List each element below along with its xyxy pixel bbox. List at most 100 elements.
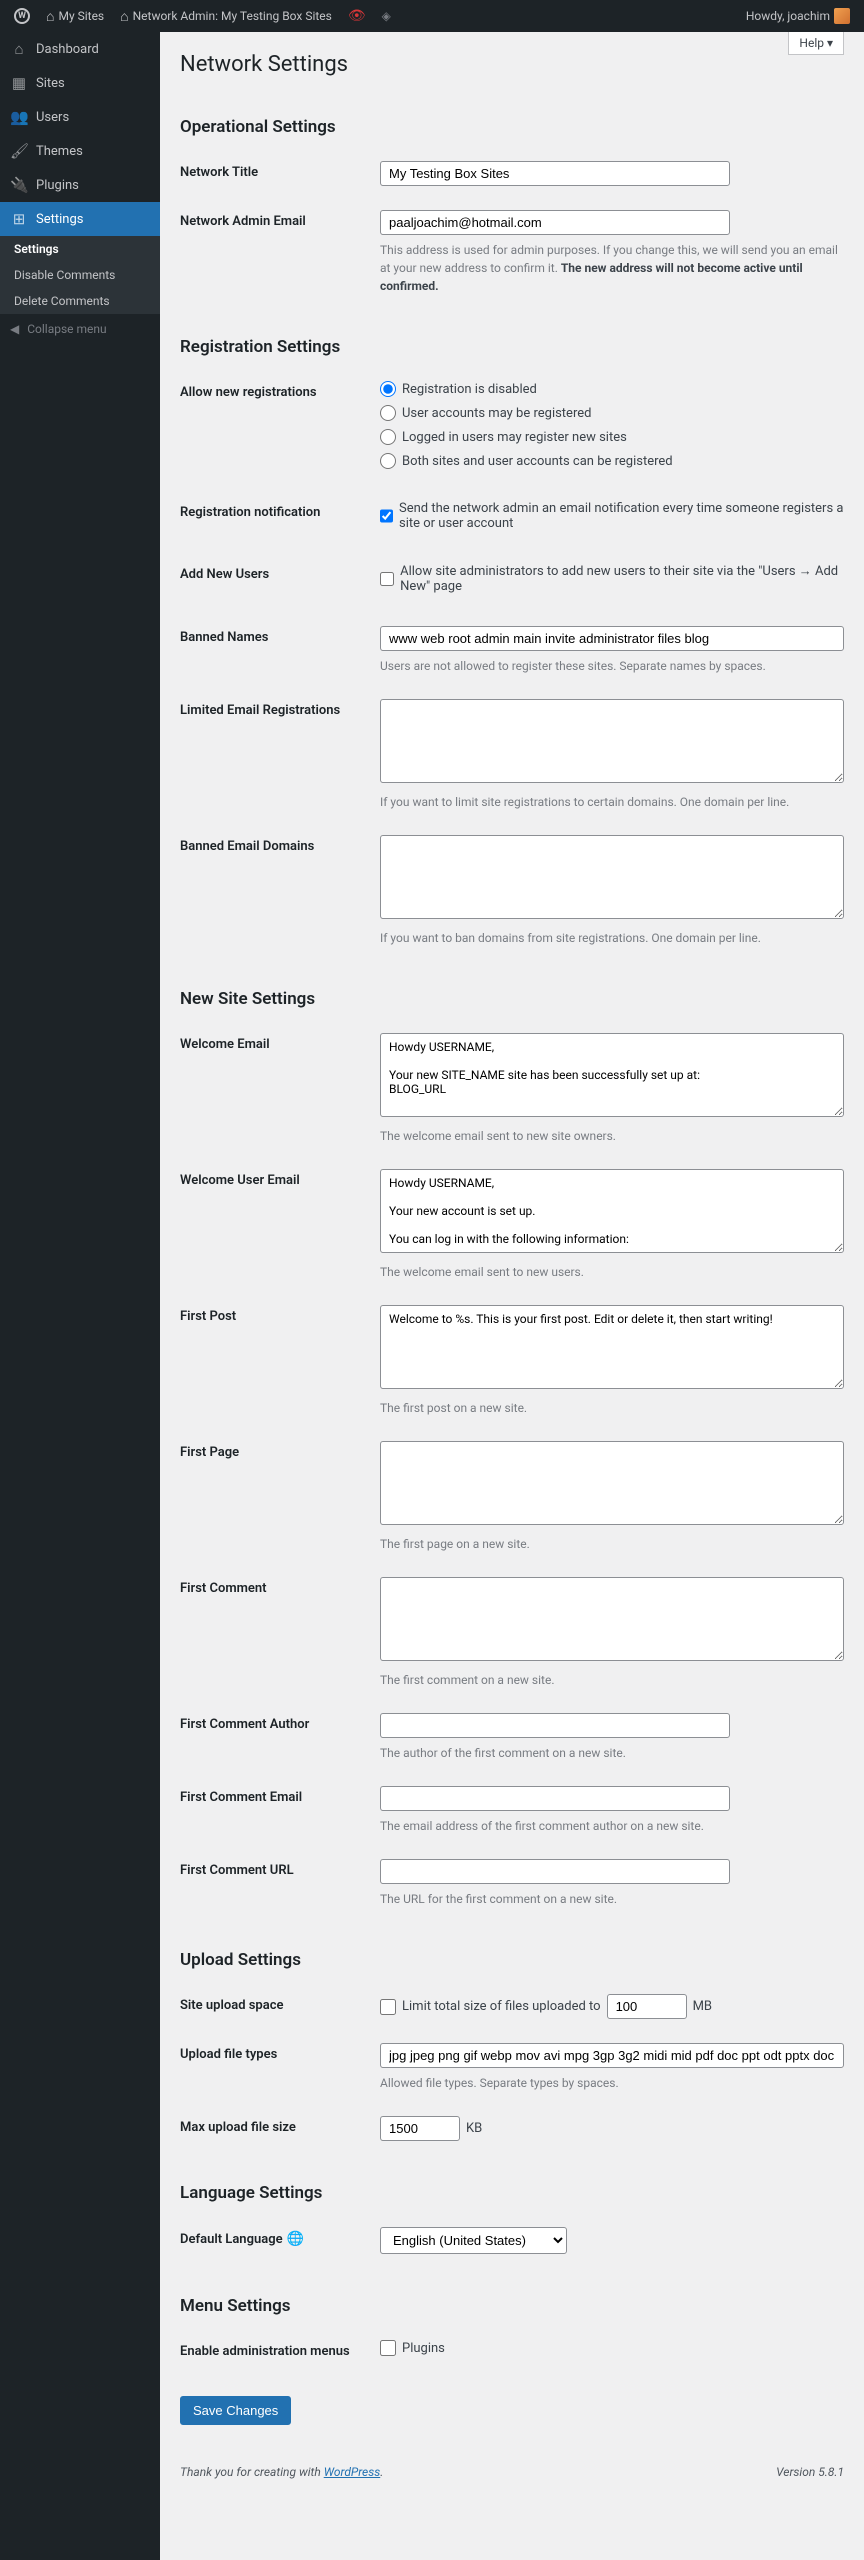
admin-email-desc: This address is used for admin purposes.… (380, 241, 844, 295)
radio-both-sites[interactable]: Both sites and user accounts can be regi… (380, 453, 844, 469)
sidebar-label: Settings (36, 212, 83, 227)
plugins-icon: 🔌 (10, 176, 28, 194)
sidebar-label: Themes (36, 144, 83, 159)
check-limit-upload[interactable]: Limit total size of files uploaded to (380, 1999, 601, 2015)
check-reg-notif[interactable]: Send the network admin an email notifica… (380, 501, 844, 531)
banned-names-desc: Users are not allowed to register these … (380, 657, 844, 675)
main-content: Help ▾ Network Settings Operational Sett… (160, 32, 864, 2560)
sidebar-label: Sites (36, 76, 65, 91)
first-comment-author-input[interactable] (380, 1713, 730, 1738)
account-menu[interactable]: Howdy, joachim (740, 0, 856, 32)
sidebar-item-plugins[interactable]: 🔌 Plugins (0, 168, 160, 202)
welcome-user-email-desc: The welcome email sent to new users. (380, 1263, 844, 1281)
wordpress-link[interactable]: WordPress (324, 2465, 381, 2479)
wp-logo-menu[interactable]: W (8, 0, 36, 32)
first-comment-textarea[interactable] (380, 1577, 844, 1661)
submenu-disable-comments[interactable]: Disable Comments (0, 262, 160, 288)
section-language: Language Settings (180, 2183, 844, 2203)
label-first-comment-email: First Comment Email (180, 1786, 380, 1835)
section-registration: Registration Settings (180, 337, 844, 357)
radio-logged-in[interactable]: Logged in users may register new sites (380, 429, 844, 445)
section-upload: Upload Settings (180, 1950, 844, 1970)
banned-email-textarea[interactable] (380, 835, 844, 919)
settings-submenu: Settings Disable Comments Delete Comment… (0, 236, 160, 314)
label-admin-menus: Enable administration menus (180, 2340, 380, 2364)
section-new-site: New Site Settings (180, 989, 844, 1009)
label-first-comment-url: First Comment URL (180, 1859, 380, 1908)
banned-names-input[interactable] (380, 626, 844, 651)
first-comment-url-desc: The URL for the first comment on a new s… (380, 1890, 844, 1908)
label-add-users: Add New Users (180, 563, 380, 602)
avatar-icon (834, 8, 850, 24)
section-operational: Operational Settings (180, 117, 844, 137)
welcome-user-email-textarea[interactable]: Howdy USERNAME, Your new account is set … (380, 1169, 844, 1253)
collapse-icon: ◀ (10, 322, 19, 336)
limited-email-textarea[interactable] (380, 699, 844, 783)
settings-icon: ⊞ (10, 210, 28, 228)
submenu-settings[interactable]: Settings (0, 236, 160, 262)
label-first-comment: First Comment (180, 1577, 380, 1689)
home-icon: ⌂ (120, 8, 128, 25)
first-comment-desc: The first comment on a new site. (380, 1671, 844, 1689)
banned-email-desc: If you want to ban domains from site reg… (380, 929, 844, 947)
radio-user-accounts[interactable]: User accounts may be registered (380, 405, 844, 421)
upload-types-desc: Allowed file types. Separate types by sp… (380, 2074, 844, 2092)
first-comment-author-desc: The author of the first comment on a new… (380, 1744, 844, 1762)
label-welcome-email: Welcome Email (180, 1033, 380, 1145)
label-first-page: First Page (180, 1441, 380, 1553)
admin-email-input[interactable] (380, 210, 730, 235)
first-comment-email-desc: The email address of the first comment a… (380, 1817, 844, 1835)
network-admin-label: Network Admin: My Testing Box Sites (133, 9, 332, 23)
collapse-label: Collapse menu (27, 322, 106, 336)
collapse-menu[interactable]: ◀ Collapse menu (0, 314, 160, 344)
sidebar-label: Plugins (36, 178, 79, 193)
unit-kb: KB (466, 2121, 482, 2136)
sidebar-item-dashboard[interactable]: ⌂Dashboard (0, 32, 160, 66)
sidebar-item-settings[interactable]: ⊞ Settings (0, 202, 160, 236)
users-icon: 👥 (10, 108, 28, 126)
welcome-email-desc: The welcome email sent to new site owner… (380, 1127, 844, 1145)
upload-space-input[interactable] (607, 1994, 687, 2019)
first-post-textarea[interactable]: Welcome to %s. This is your first post. … (380, 1305, 844, 1389)
upload-types-input[interactable] (380, 2043, 844, 2068)
save-button[interactable]: Save Changes (180, 2396, 291, 2425)
first-comment-url-input[interactable] (380, 1859, 730, 1884)
sidebar-item-sites[interactable]: ▦Sites (0, 66, 160, 100)
refresh-icon[interactable]: ◈ (376, 0, 397, 32)
page-title: Network Settings (180, 32, 844, 87)
first-page-desc: The first page on a new site. (380, 1535, 844, 1553)
label-banned-email: Banned Email Domains (180, 835, 380, 947)
label-admin-email: Network Admin Email (180, 210, 380, 295)
sidebar-item-themes[interactable]: 🖌Themes (0, 134, 160, 168)
network-title-input[interactable] (380, 161, 730, 186)
label-first-comment-author: First Comment Author (180, 1713, 380, 1762)
admin-sidebar: ⌂Dashboard ▦Sites 👥 Users 🖌Themes 🔌 Plugin… (0, 32, 160, 2560)
radio-reg-disabled[interactable]: Registration is disabled (380, 381, 844, 397)
my-sites-menu[interactable]: ⌂My Sites (40, 0, 110, 32)
submenu-delete-comments[interactable]: Delete Comments (0, 288, 160, 314)
label-max-upload: Max upload file size (180, 2116, 380, 2141)
label-upload-types: Upload file types (180, 2043, 380, 2092)
sidebar-item-users[interactable]: 👥 Users (0, 100, 160, 134)
chevron-down-icon: ▾ (827, 36, 833, 50)
network-admin-link[interactable]: ⌂ Network Admin: My Testing Box Sites (114, 0, 338, 32)
max-upload-input[interactable] (380, 2116, 460, 2141)
first-page-textarea[interactable] (380, 1441, 844, 1525)
debug-icon[interactable]: 👁 (342, 0, 372, 32)
check-plugins-menu[interactable]: Plugins (380, 2340, 844, 2356)
help-tab[interactable]: Help ▾ (788, 32, 844, 55)
sidebar-label: Users (36, 110, 69, 125)
language-select[interactable]: English (United States) (380, 2227, 567, 2254)
translate-icon: 🌐 (287, 2231, 304, 2247)
wordpress-logo-icon: W (14, 8, 30, 24)
label-network-title: Network Title (180, 161, 380, 186)
check-add-users[interactable]: Allow site administrators to add new use… (380, 563, 844, 594)
label-welcome-user-email: Welcome User Email (180, 1169, 380, 1281)
footer: Thank you for creating with WordPress. V… (180, 2465, 844, 2479)
first-comment-email-input[interactable] (380, 1786, 730, 1811)
label-default-lang: Default Language🌐 (180, 2227, 380, 2254)
welcome-email-textarea[interactable]: Howdy USERNAME, Your new SITE_NAME site … (380, 1033, 844, 1117)
label-allow-reg: Allow new registrations (180, 381, 380, 477)
howdy-label: Howdy, joachim (746, 9, 830, 23)
label-limited-email: Limited Email Registrations (180, 699, 380, 811)
